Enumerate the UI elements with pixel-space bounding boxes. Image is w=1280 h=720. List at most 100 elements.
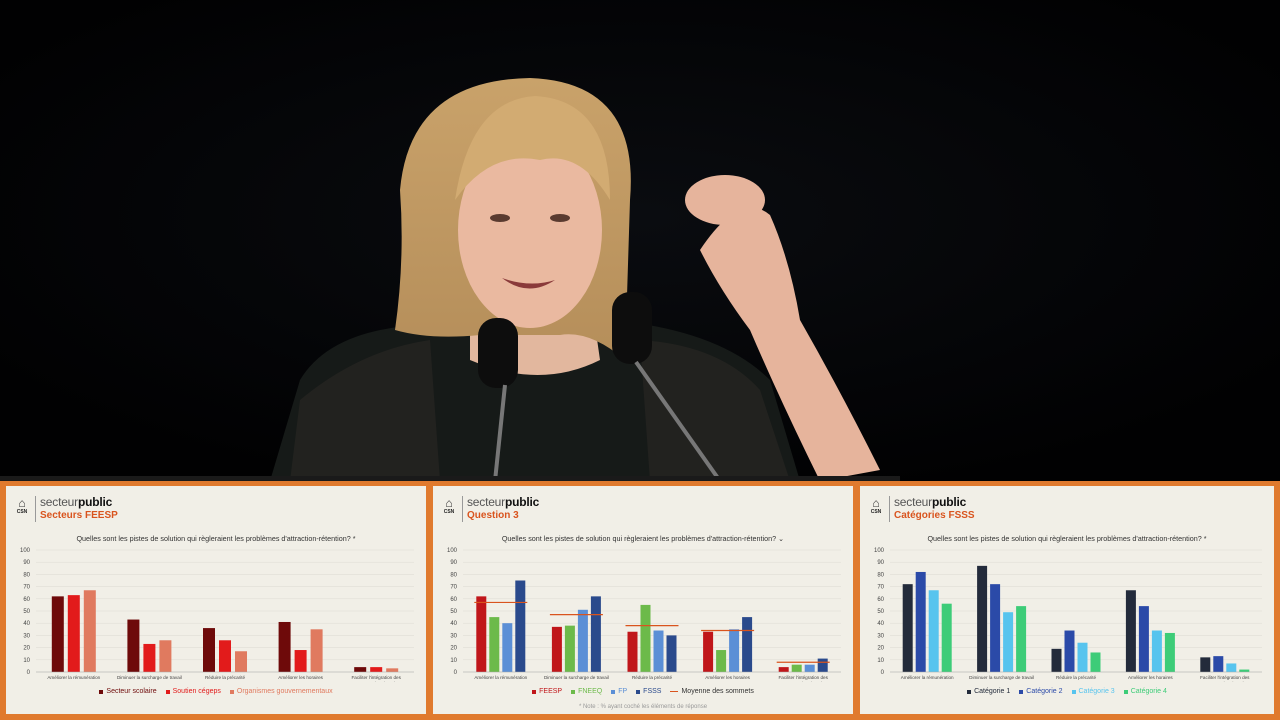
- legend-item: Secteur scolaire: [99, 688, 157, 695]
- x-tick-label: Améliorer les horaires: [705, 675, 750, 680]
- bar: [278, 621, 291, 672]
- x-tick-label: personnes immigrantes: [352, 681, 400, 683]
- legend-label: Moyenne des sommets: [681, 688, 754, 695]
- csn-logo-icon: ⌂ CSN: [443, 496, 455, 515]
- bar: [1239, 669, 1250, 672]
- brand-divider: [889, 496, 890, 522]
- y-tick-label: 40: [450, 621, 457, 627]
- bar-chart-question-3: 0 10 20 30 40 50 60 70 80 90 100 Améliorer la rémun…: [447, 548, 841, 683]
- x-tick-label: Améliorer les horaires: [278, 675, 323, 680]
- bar: [804, 664, 815, 672]
- y-tick-label: 70: [450, 585, 457, 591]
- legend-swatch: [532, 689, 537, 694]
- bar: [778, 667, 789, 672]
- bar: [1125, 590, 1136, 672]
- x-tick-label: Réduire la précarité: [205, 675, 246, 680]
- legend-swatch: [99, 689, 104, 694]
- y-tick-label: 90: [877, 560, 884, 566]
- bar: [143, 643, 156, 672]
- y-tick-label: 100: [447, 548, 458, 554]
- y-tick-label: 60: [450, 597, 457, 603]
- x-tick-label: personnes immigrantes: [779, 681, 827, 683]
- slide-subtitle: Question 3: [467, 510, 519, 521]
- chart-note: * Note : % ayant coché les éléments de r…: [578, 704, 708, 710]
- bar: [742, 617, 753, 672]
- slide-subtitle: Secteurs FEESP: [40, 510, 118, 521]
- bar: [666, 635, 677, 672]
- y-tick-label: 50: [877, 609, 884, 615]
- bar: [1051, 648, 1062, 672]
- x-tick-label: Faciliter l'intégration des: [1200, 675, 1250, 680]
- y-tick-label: 20: [450, 646, 457, 652]
- slide-panel-feesp: ⌂ CSN secteurpublic Secteurs FEESP Quell…: [6, 486, 426, 714]
- y-tick-label: 30: [23, 633, 30, 639]
- bar: [551, 626, 562, 672]
- x-tick-label: Diminuer la surcharge de travail: [969, 675, 1034, 680]
- bar: [203, 628, 215, 672]
- brand-name: secteurpublic: [467, 495, 540, 509]
- legend-swatch: [1071, 689, 1076, 694]
- bar: [370, 667, 383, 672]
- legend-item: Moyenne des sommets: [670, 688, 754, 695]
- chart-legend: FEESP FNEEQ FP FSSS Moyenne des sommets: [433, 688, 853, 695]
- legend-label: FP: [618, 688, 628, 695]
- bar: [1090, 652, 1101, 672]
- bar: [294, 650, 307, 672]
- brand-divider: [462, 496, 463, 522]
- bar: [502, 623, 513, 672]
- bar: [1077, 642, 1088, 672]
- slide-header: ⌂ CSN secteurpublic Catégories FSSS: [869, 496, 975, 522]
- legend-item: Catégorie 2: [1019, 688, 1063, 695]
- bar: [310, 629, 323, 672]
- y-tick-label: 80: [877, 572, 884, 578]
- legend-swatch: [1019, 689, 1024, 694]
- bar: [941, 603, 952, 672]
- x-tick-label: Faciliter l'intégration des: [779, 675, 829, 680]
- x-tick-label: Améliorer la rémunération: [474, 675, 527, 680]
- bar: [1151, 630, 1162, 672]
- legend-label: Soutien cégeps: [172, 688, 221, 695]
- bar: [627, 631, 638, 672]
- y-tick-label: 0: [27, 670, 31, 676]
- bar: [915, 571, 926, 672]
- slide-panel-question-3: ⌂ CSN secteurpublic Question 3 Quelles s…: [433, 486, 853, 714]
- legend-swatch: [571, 689, 576, 694]
- y-tick-label: 50: [23, 609, 30, 615]
- legend-label: FEESP: [539, 688, 563, 695]
- bar: [977, 565, 988, 672]
- legend-label: Organismes gouvernementaux: [236, 688, 333, 695]
- legend-item: Catégorie 1: [967, 688, 1010, 695]
- legend-label: Secteur scolaire: [106, 688, 157, 695]
- brand-divider: [35, 496, 36, 522]
- chart-legend: Catégorie 1 Catégorie 2 Catégorie 3 Catégor…: [860, 688, 1274, 695]
- bar: [990, 584, 1001, 672]
- bar: [928, 590, 939, 672]
- y-tick-label: 20: [877, 646, 884, 652]
- y-tick-label: 90: [23, 560, 30, 566]
- x-tick-label: Faciliter l'intégration des: [352, 675, 402, 680]
- legend-label: FSSS: [643, 688, 662, 695]
- bar: [83, 590, 96, 672]
- y-tick-label: 60: [23, 597, 30, 603]
- x-tick-label: Diminuer la surcharge de travail: [544, 675, 609, 680]
- bar: [653, 630, 664, 672]
- bar: [791, 664, 802, 672]
- bar: [590, 596, 601, 672]
- bar: [1064, 630, 1075, 672]
- y-tick-label: 20: [23, 646, 30, 652]
- y-tick-label: 60: [877, 597, 884, 603]
- slide-subtitle: Catégories FSSS: [894, 510, 975, 521]
- x-tick-label: Améliorer la rémunération: [47, 675, 100, 680]
- x-tick-label: Réduire la précarité: [632, 675, 673, 680]
- bar: [386, 668, 399, 672]
- bar: [1003, 612, 1014, 672]
- y-tick-label: 40: [23, 621, 30, 627]
- bar-chart-feesp: 0 10 20 30 40 50 60 70 80 90 100 Améliorer la rémun…: [20, 548, 414, 683]
- bar: [640, 604, 651, 672]
- legend-swatch: [229, 689, 234, 694]
- bar: [515, 580, 526, 672]
- bar: [354, 667, 367, 672]
- brand-name: secteurpublic: [894, 495, 967, 509]
- bar: [476, 596, 487, 672]
- bar: [1016, 606, 1027, 672]
